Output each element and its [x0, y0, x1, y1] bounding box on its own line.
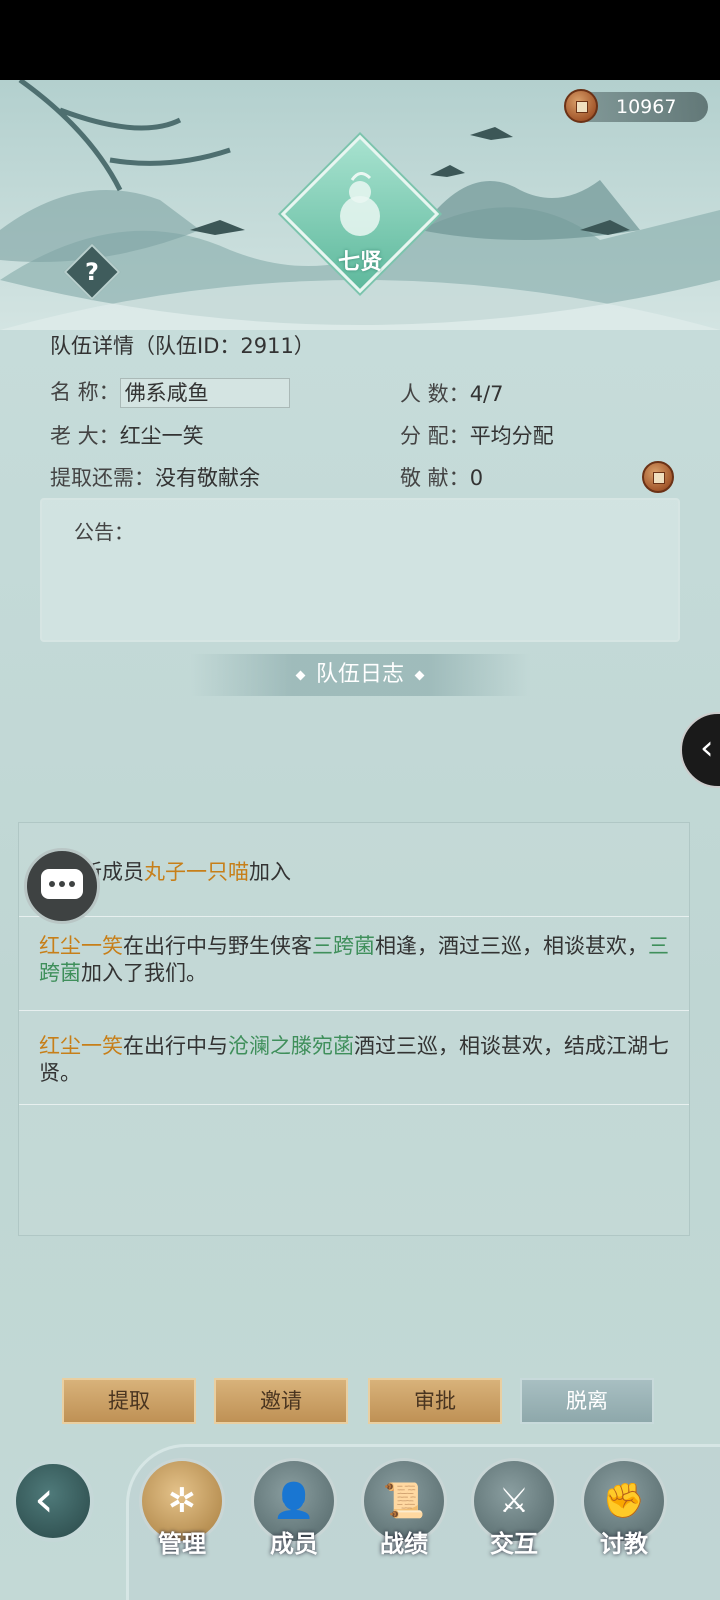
copper-coin-icon [564, 89, 598, 123]
nav-tab-label: 交互 [490, 1530, 538, 1558]
contribution-row: 敬 献：0 [400, 462, 483, 492]
nav-tab-spar[interactable]: ✊ 讨教 [574, 1458, 674, 1559]
npc-name: 三跨菌 [312, 934, 375, 958]
chevron-left-icon: ‹ [700, 728, 714, 768]
team-log-title: 队伍日志 [315, 662, 404, 687]
nav-tab-label: 成员 [270, 1530, 318, 1558]
log-entry: 欢迎新成员丸子一只喵加入 [19, 823, 689, 917]
leader-label: 老 大： [50, 424, 120, 448]
withdraw-button[interactable]: 提取 [62, 1378, 196, 1424]
notice-board: 公告： [40, 498, 680, 642]
player-name: 丸子一只喵 [144, 860, 249, 884]
nav-tab-members[interactable]: 👤 成员 [244, 1458, 344, 1559]
team-log-list: 欢迎新成员丸子一只喵加入 红尘一笑在出行中与野生侠客三跨菌相逢，酒过三巡，相谈甚… [18, 822, 690, 1236]
distribution-row: 分 配：平均分配 [400, 420, 554, 450]
log-text: 相逢，酒过三巡，相谈甚欢， [375, 934, 648, 958]
chat-button[interactable] [24, 848, 100, 924]
member-count-label: 人 数： [400, 382, 470, 406]
nav-tab-manage[interactable]: ✲ 管理 [132, 1458, 232, 1559]
team-screen: 10967 七贤 ? 队伍详情（队伍ID：2911） 名 称： 佛系咸鱼 人 数：… [0, 80, 720, 1600]
chat-bubble-icon [41, 869, 83, 899]
log-text: 加入 [249, 860, 291, 884]
diamond-dot-icon [295, 670, 306, 680]
npc-name: 沧澜之滕宛菡 [228, 1034, 354, 1058]
emblem-name: 七贤 [337, 249, 382, 275]
leave-button[interactable]: 脱离 [520, 1378, 654, 1424]
currency-display: 10967 [564, 89, 708, 123]
invite-button[interactable]: 邀请 [214, 1378, 348, 1424]
leader-value: 红尘一笑 [119, 424, 204, 448]
withdraw-label: 提取还需： [50, 466, 155, 490]
nav-tab-label: 战绩 [380, 1530, 428, 1558]
team-detail-title: 队伍详情（队伍ID：2911） [50, 334, 315, 358]
nav-tab-interact[interactable]: ⚔ 交互 [464, 1458, 564, 1559]
diamond-dot-icon [414, 670, 425, 680]
back-arrow-icon: ‹ [34, 1470, 54, 1528]
member-count-row: 人 数：4/7 [400, 378, 503, 408]
distribution-label: 分 配： [400, 424, 470, 448]
leader-row: 老 大：红尘一笑 [50, 420, 204, 450]
withdraw-value: 没有敬献余 [155, 466, 260, 490]
back-button[interactable]: ‹ [12, 1460, 94, 1542]
team-name-field[interactable]: 佛系咸鱼 [119, 378, 290, 408]
team-name-row: 名 称： 佛系咸鱼 [50, 376, 290, 408]
team-name-label: 名 称： [50, 380, 120, 404]
log-text: 在出行中与野生侠客 [123, 934, 312, 958]
question-icon: ? [85, 258, 99, 286]
gourd-emblem-icon [340, 172, 380, 236]
contribution-label: 敬 献： [400, 466, 470, 490]
log-entry: 红尘一笑在出行中与野生侠客三跨菌相逢，酒过三巡，相谈甚欢，三跨菌加入了我们。 [19, 917, 689, 1011]
contribution-value: 0 [469, 466, 484, 490]
side-expand-tab[interactable]: ‹ [680, 712, 720, 788]
log-text: 在出行中与 [123, 1034, 228, 1058]
contribute-coin-icon[interactable] [642, 461, 674, 493]
team-emblem: 七贤 [280, 134, 440, 294]
withdraw-row: 提取还需：没有敬献余 [50, 462, 260, 492]
approve-button[interactable]: 审批 [368, 1378, 502, 1424]
player-name: 红尘一笑 [39, 1034, 123, 1058]
nav-tab-label: 讨教 [600, 1530, 648, 1558]
distribution-value: 平均分配 [469, 424, 554, 448]
nav-tab-record[interactable]: 📜 战绩 [354, 1458, 454, 1559]
member-count-value: 4/7 [469, 382, 504, 406]
nav-tab-label: 管理 [158, 1530, 206, 1558]
notice-label: 公告： [74, 520, 134, 544]
log-entry: 红尘一笑在出行中与沧澜之滕宛菡酒过三巡，相谈甚欢，结成江湖七贤。 [19, 1011, 689, 1105]
player-name: 红尘一笑 [39, 934, 123, 958]
currency-amount: 10967 [616, 96, 677, 118]
log-text: 加入了我们。 [81, 961, 207, 985]
team-log-header: 队伍日志 [190, 654, 530, 696]
